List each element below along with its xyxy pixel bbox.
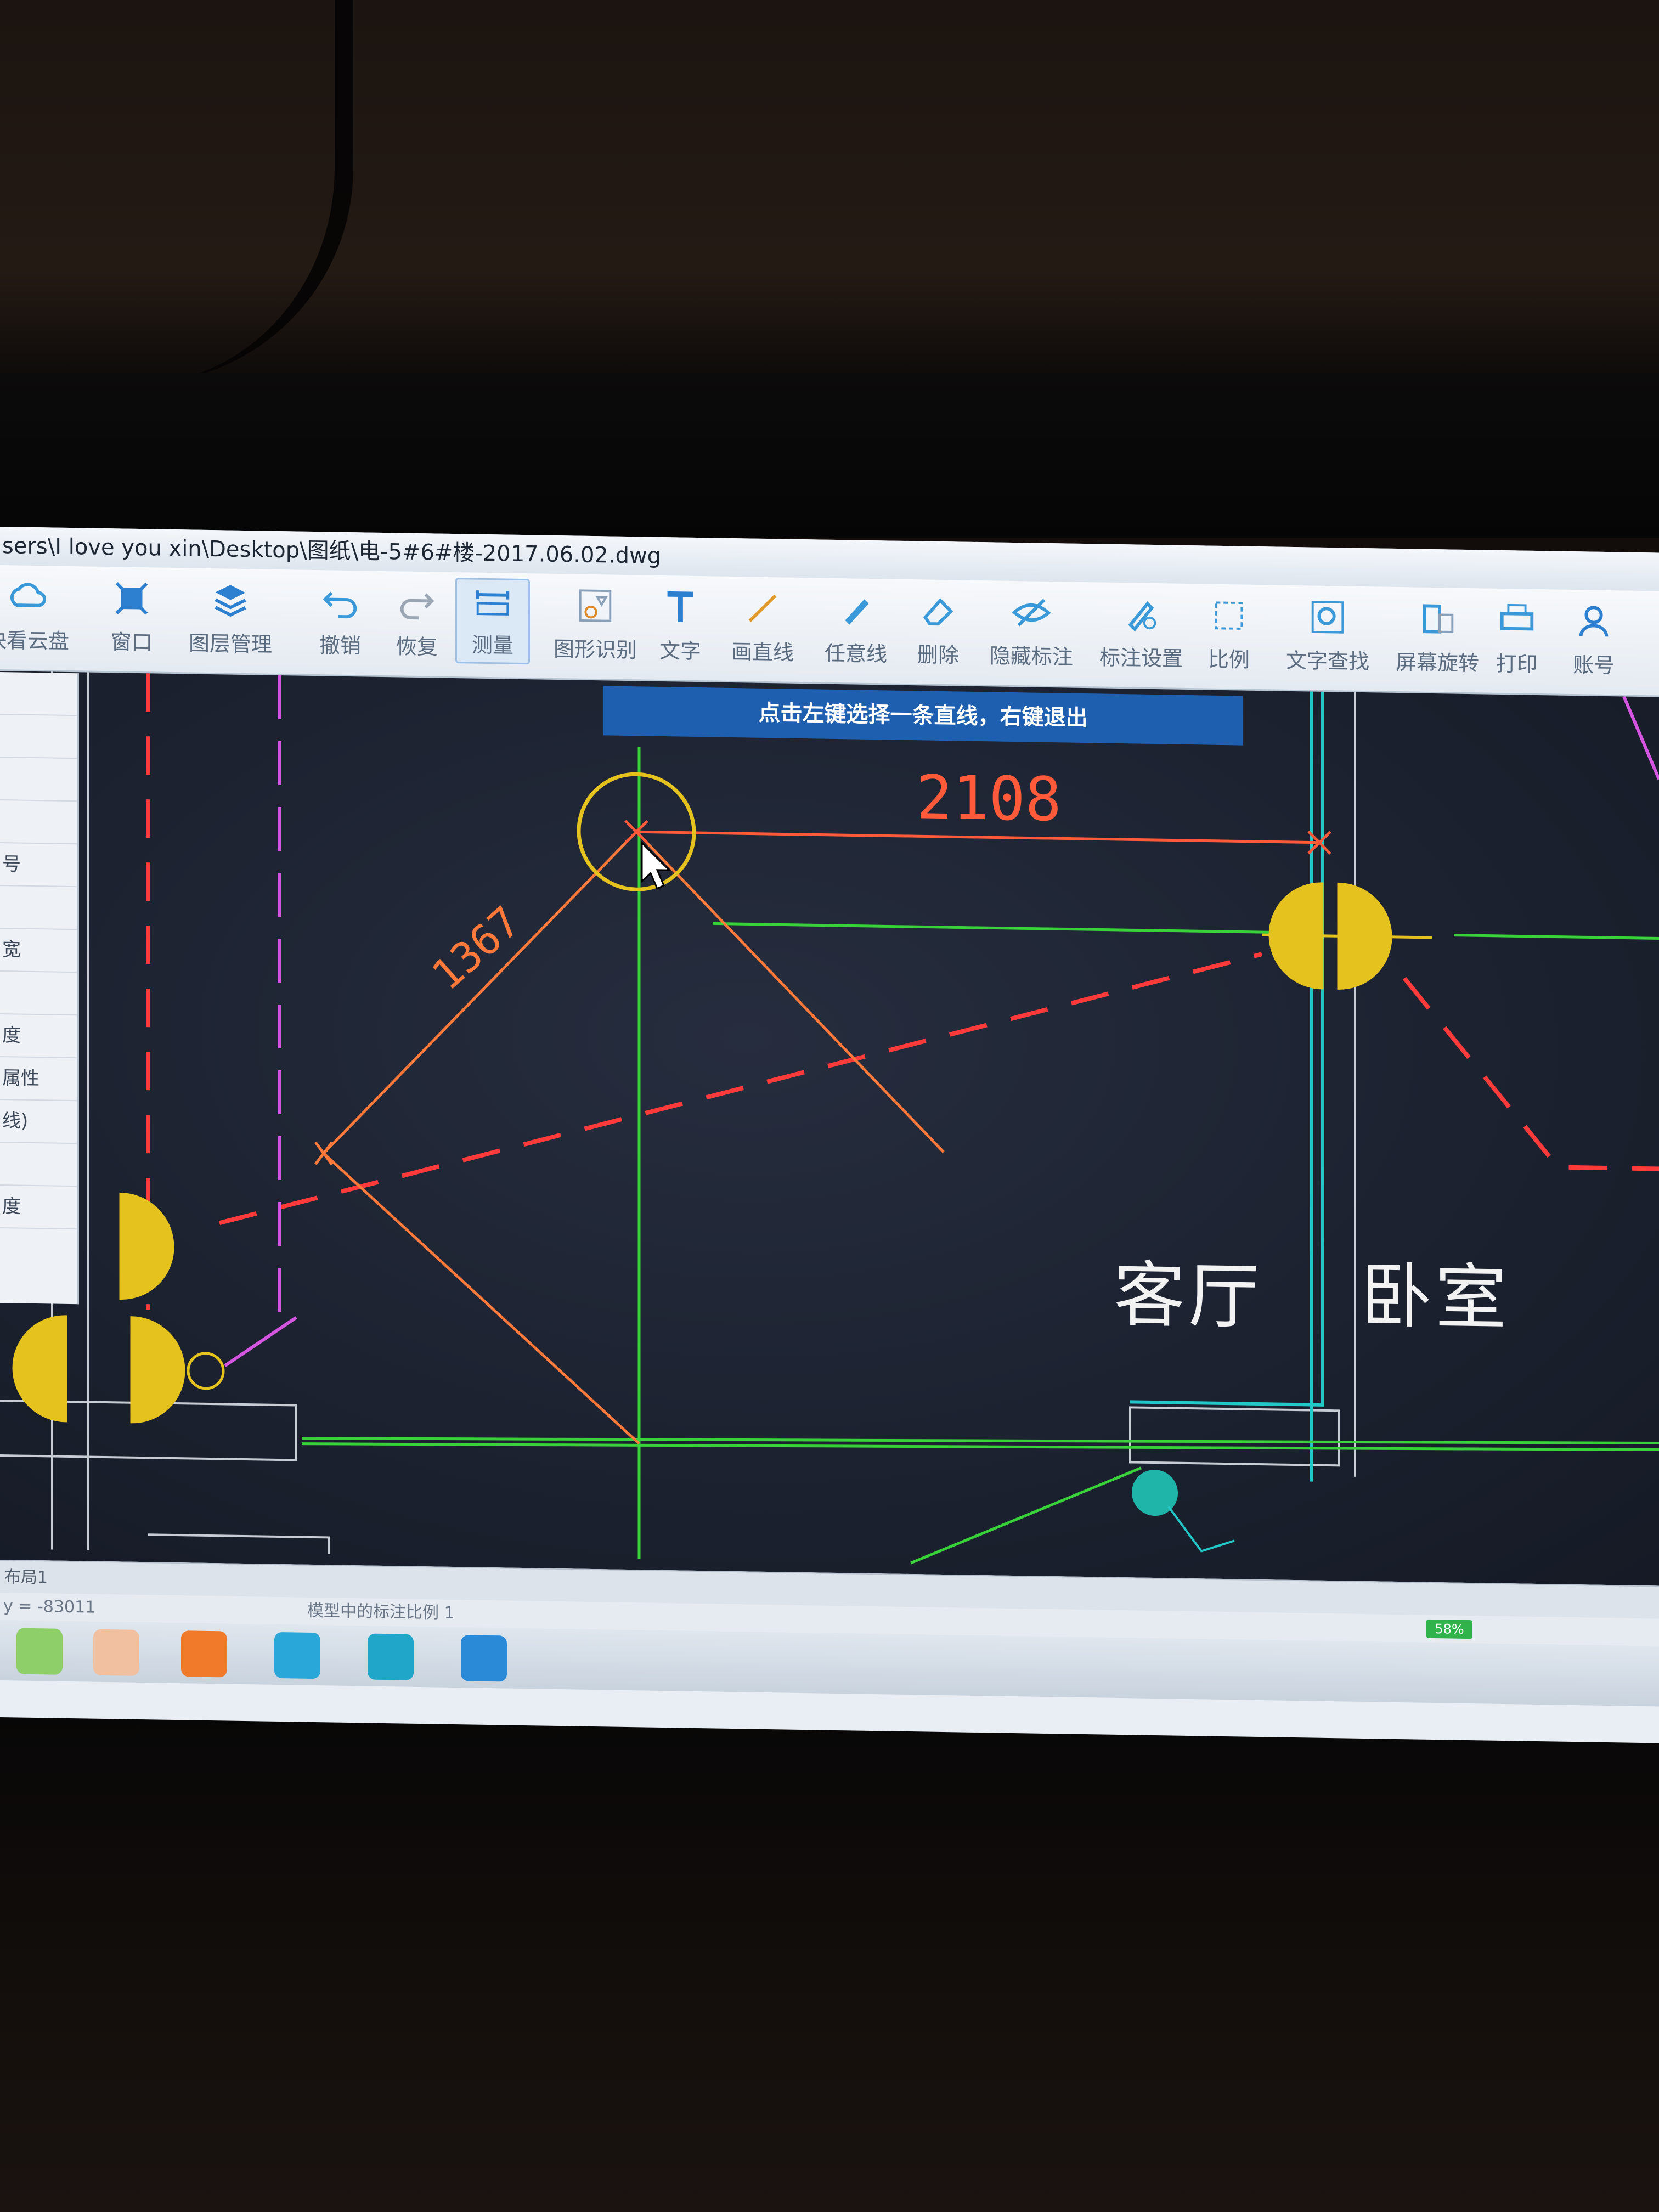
cyan-fixture	[1132, 1470, 1235, 1553]
properties-row	[0, 972, 77, 1016]
text-search-icon	[1311, 601, 1344, 634]
taskbar-app-icon[interactable]	[274, 1632, 320, 1679]
text-search-button[interactable]: 文字查找	[1278, 595, 1377, 685]
monitor-bezel-top	[0, 373, 1659, 538]
dimension-label-horizontal: 2108	[916, 762, 1062, 835]
properties-row: 度	[0, 1014, 77, 1059]
rotate-screen-icon	[1423, 604, 1454, 634]
text-icon	[667, 591, 693, 622]
properties-row	[0, 1143, 77, 1187]
room-label-bedroom: 卧室	[1361, 1254, 1510, 1340]
undo-icon	[323, 591, 357, 619]
redo-button[interactable]: 恢复	[373, 581, 461, 670]
rotate-screen-button[interactable]: 屏幕旋转	[1388, 597, 1487, 686]
properties-row: 号	[0, 843, 77, 888]
print-icon	[1500, 603, 1534, 631]
properties-row	[0, 672, 77, 716]
properties-row	[0, 758, 77, 802]
command-hint: 点击左键选择一条直线，右键退出	[603, 686, 1243, 746]
measure-lines	[314, 772, 1331, 1445]
taskbar-app-icon[interactable]	[93, 1629, 139, 1676]
properties-row	[0, 715, 77, 759]
taskbar-app-icon[interactable]	[461, 1635, 507, 1682]
delete-button[interactable]: 删除	[894, 589, 982, 679]
account-button[interactable]: 账号	[1553, 599, 1635, 688]
monitor-screen: sers\I love you xin\Desktop\图纸\电-5#6#楼-2…	[0, 527, 1659, 1743]
shape-recognition-icon	[579, 589, 612, 622]
properties-row: 属性	[0, 1057, 77, 1102]
properties-row	[0, 800, 77, 845]
properties-row: 线)	[0, 1100, 77, 1144]
freehand-line-button[interactable]: 任意线	[812, 588, 900, 677]
measure-icon	[476, 590, 510, 616]
properties-panel: 号 宽 度 属性 线) 度	[0, 672, 79, 1305]
cloud-icon	[10, 583, 47, 607]
hide-annotation-button[interactable]: 隐藏标注	[982, 590, 1081, 680]
scale-icon	[1215, 601, 1243, 630]
taskbar-app-icon[interactable]	[181, 1630, 227, 1678]
room-label-living: 客厅	[1114, 1252, 1263, 1339]
annotation-scale-status: 模型中的标注比例 1	[307, 1601, 455, 1623]
white-walls	[0, 672, 1356, 1554]
account-icon	[1579, 606, 1609, 637]
cursor-coordinate: y = -83011	[3, 1596, 96, 1617]
undo-button[interactable]: 撤销	[296, 579, 384, 669]
line-icon	[748, 594, 777, 622]
annotation-settings-button[interactable]: 标注设置	[1092, 592, 1190, 681]
dashed-red-lines	[146, 673, 1659, 1310]
properties-row: 宽	[0, 929, 77, 973]
tab-layout-1[interactable]: 布局1	[4, 1567, 48, 1587]
drawing-canvas[interactable]: 点击左键选择一条直线，右键退出 2108 1367 客厅 卧室	[0, 671, 1659, 1586]
hide-icon	[1012, 599, 1051, 627]
properties-row: 度	[0, 1186, 77, 1230]
yellow-fixtures	[12, 882, 1432, 1424]
taskbar-app-icon[interactable]	[16, 1628, 63, 1675]
annotation-settings-icon	[1128, 601, 1156, 632]
cloud-drive-button[interactable]: 快看云盘	[0, 575, 71, 664]
green-lines	[301, 747, 1659, 1565]
shape-recognition-button[interactable]: 图形识别	[543, 584, 647, 673]
taskbar-app-icon[interactable]	[368, 1633, 414, 1680]
print-button[interactable]: 打印	[1476, 598, 1558, 687]
layer-manager-button[interactable]: 图层管理	[187, 578, 274, 667]
monitor-bezel-bottom	[0, 1712, 1659, 2212]
scale-button[interactable]: 比例	[1185, 594, 1273, 683]
draw-line-button[interactable]: 画直线	[719, 586, 806, 676]
battery-indicator: 58%	[1426, 1619, 1472, 1639]
window-icon	[115, 582, 148, 615]
eraser-icon	[923, 598, 953, 626]
measure-button[interactable]: 测量	[455, 578, 530, 665]
layers-icon	[215, 585, 246, 617]
cad-drawing	[0, 672, 1659, 1565]
window-title: sers\I love you xin\Desktop\图纸\电-5#6#楼-2…	[2, 533, 662, 569]
properties-row	[0, 886, 77, 930]
text-button[interactable]: 文字	[636, 585, 724, 674]
pen-icon	[845, 599, 869, 625]
window-button[interactable]: 窗口	[88, 577, 176, 666]
redo-icon	[400, 593, 435, 620]
